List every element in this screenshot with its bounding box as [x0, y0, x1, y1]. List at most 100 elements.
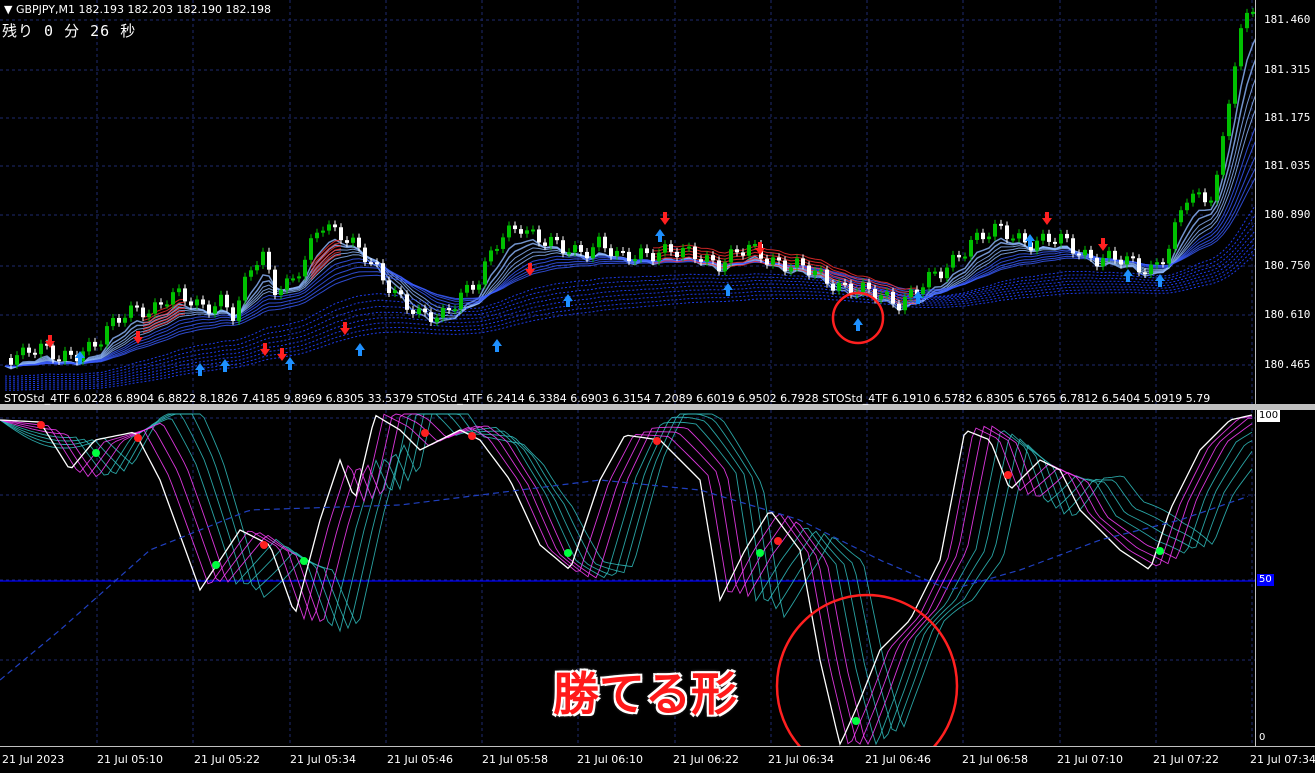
candle-body: [555, 236, 559, 241]
candle-body: [249, 270, 253, 277]
candle-body: [9, 358, 13, 365]
time-tick-label: 21 Jul 06:34: [768, 753, 834, 766]
candle-body: [15, 355, 19, 365]
candle-body: [489, 250, 493, 262]
indicator-axis[interactable]: 100 50 0: [1255, 410, 1315, 746]
candle-body: [651, 253, 655, 262]
candle-body: [561, 240, 565, 254]
candle-body: [525, 230, 529, 234]
buy-signal-dot: [564, 549, 572, 557]
symbol-name: GBPJPY,M1: [15, 3, 76, 16]
candle-body: [297, 276, 301, 279]
candle-body: [717, 260, 721, 272]
candle-body: [681, 248, 685, 258]
time-axis[interactable]: 21 Jul 2023 21 Jul 05:10 21 Jul 05:22 21 Ju…: [0, 746, 1315, 773]
candle-body: [171, 292, 175, 305]
candle-timer: 残り 0 分 26 秒: [2, 22, 137, 40]
candle-body: [1233, 66, 1237, 104]
buy-arrow-icon: [853, 318, 863, 331]
candle-body: [255, 265, 259, 271]
candle-body: [735, 249, 739, 253]
candle-body: [183, 288, 187, 302]
time-tick-label: 21 Jul 05:22: [194, 753, 260, 766]
candle-body: [213, 306, 217, 314]
candle-body: [399, 290, 403, 295]
candle-body: [351, 237, 355, 243]
candle-body: [1023, 233, 1027, 243]
candle-body: [195, 299, 199, 306]
sell-signal-dot: [468, 432, 476, 440]
candle-body: [1005, 225, 1009, 239]
collapse-triangle-icon[interactable]: ▼: [4, 3, 12, 16]
candle-body: [207, 304, 211, 314]
candle-body: [789, 267, 793, 272]
candle-body: [285, 278, 289, 290]
candle-body: [51, 345, 55, 360]
candle-body: [423, 308, 427, 313]
sell-arrow-icon: [1042, 212, 1052, 225]
sell-arrow-icon: [1098, 238, 1108, 251]
candle-body: [39, 343, 43, 355]
candle-body: [1065, 233, 1069, 239]
candle-body: [819, 269, 823, 272]
price-tick-label: 181.460: [1264, 13, 1311, 26]
candle-body: [531, 229, 535, 232]
candle-body: [615, 250, 619, 257]
price-axis[interactable]: 181.460 181.315 181.175 181.035 180.890 180.7…: [1255, 0, 1315, 404]
candle-body: [639, 248, 643, 259]
candle-body: [825, 269, 829, 284]
candle-body: [147, 313, 151, 318]
sell-signal-dot: [774, 537, 782, 545]
price-tick-label: 181.035: [1264, 159, 1311, 172]
candle-body: [1239, 28, 1243, 67]
candle-body: [1077, 253, 1081, 256]
price-chart-pane[interactable]: [0, 0, 1255, 404]
candle-body: [309, 238, 313, 260]
candle-body: [459, 292, 463, 310]
candle-body: [1185, 202, 1189, 211]
candle-body: [1083, 249, 1087, 256]
candle-body: [1161, 262, 1165, 265]
annotation-text: 勝てる形: [553, 667, 737, 721]
price-chart-canvas[interactable]: [0, 0, 1255, 404]
candle-body: [1113, 250, 1117, 260]
candle-body: [927, 271, 931, 288]
mt4-chart-window[interactable]: ▼ GBPJPY,M1 182.193 182.203 182.190 182.…: [0, 0, 1315, 772]
candle-body: [621, 250, 625, 253]
candle-body: [603, 236, 607, 249]
candle-body: [165, 304, 169, 307]
candle-body: [405, 294, 409, 310]
candle-body: [987, 236, 991, 240]
candle-body: [273, 269, 277, 296]
buy-signal-dot: [852, 717, 860, 725]
symbol-info: ▼ GBPJPY,M1 182.193 182.203 182.190 182.…: [4, 3, 271, 16]
candle-body: [1227, 103, 1231, 137]
level-100-label: 100: [1257, 410, 1281, 422]
candle-body: [513, 225, 517, 230]
candle-body: [633, 258, 637, 262]
candle-body: [177, 288, 181, 293]
sell-signal-dot: [37, 421, 45, 429]
candle-body: [381, 263, 385, 281]
candle-body: [417, 308, 421, 314]
candle-body: [231, 307, 235, 321]
candle-body: [891, 291, 895, 304]
candle-body: [1089, 249, 1093, 258]
buy-signal-dot: [1156, 547, 1164, 555]
time-tick-label: 21 Jul 05:10: [97, 753, 163, 766]
candle-body: [885, 291, 889, 296]
candle-body: [1197, 192, 1201, 195]
sell-signal-dot: [653, 437, 661, 445]
candle-body: [1095, 257, 1099, 267]
candle-body: [357, 237, 361, 248]
candle-body: [585, 251, 589, 259]
candle-body: [1011, 238, 1015, 241]
candle-body: [1101, 258, 1105, 267]
candle-body: [1203, 192, 1207, 203]
level-50-label: 50: [1257, 574, 1274, 586]
time-tick-label: 21 Jul 05:46: [387, 753, 453, 766]
time-tick-label: 21 Jul 2023: [2, 753, 65, 766]
buy-arrow-icon: [1123, 269, 1133, 282]
ohlc-values: 182.193 182.203 182.190 182.198: [78, 3, 271, 16]
time-tick-label: 21 Jul 06:46: [865, 753, 931, 766]
